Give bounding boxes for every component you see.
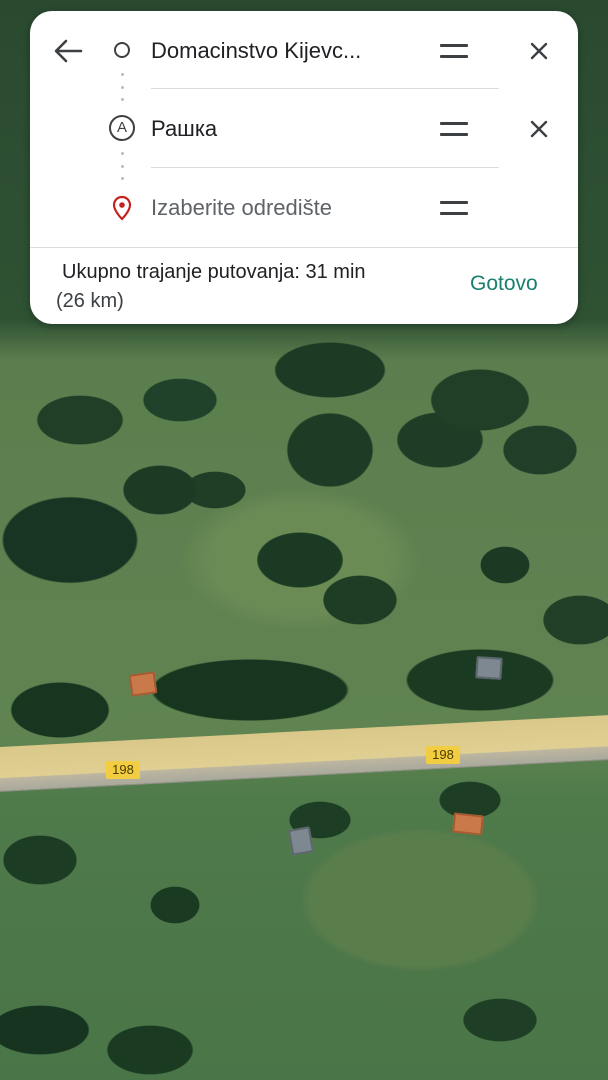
directions-panel: Domacinstvo Kijevc... A Рашка Izaberite … — [30, 11, 578, 324]
stop-a-icon: A — [108, 114, 136, 142]
drag-handle-icon[interactable] — [440, 44, 468, 58]
building — [452, 812, 484, 836]
destination-field[interactable]: Izaberite odredište — [151, 190, 431, 226]
route-connector-dots — [120, 73, 124, 101]
origin-circle-icon — [108, 36, 136, 64]
close-icon — [530, 42, 548, 60]
road-shield: 198 — [426, 746, 460, 764]
card-divider — [30, 247, 578, 248]
trip-duration: Ukupno trajanje putovanja: 31 min — [62, 261, 366, 283]
location-pin-icon — [108, 194, 136, 222]
arrow-left-icon — [54, 39, 83, 63]
stop-a-field[interactable]: Рашка — [151, 111, 431, 147]
trip-distance: (26 km) — [56, 290, 124, 312]
done-button[interactable]: Gotovo — [462, 267, 546, 301]
road-shield: 198 — [106, 761, 140, 779]
field-separator — [151, 167, 499, 168]
back-button[interactable] — [50, 33, 86, 69]
route-connector-dots — [120, 152, 124, 180]
drag-handle-icon[interactable] — [440, 201, 468, 215]
road-198 — [0, 713, 608, 792]
remove-stop-button[interactable] — [524, 114, 554, 144]
building — [475, 656, 503, 680]
building — [128, 671, 158, 697]
origin-field[interactable]: Domacinstvo Kijevc... — [151, 33, 431, 69]
drag-handle-icon[interactable] — [440, 122, 468, 136]
close-icon — [530, 120, 548, 138]
building — [287, 826, 315, 856]
field-separator — [151, 88, 499, 89]
remove-origin-button[interactable] — [524, 36, 554, 66]
